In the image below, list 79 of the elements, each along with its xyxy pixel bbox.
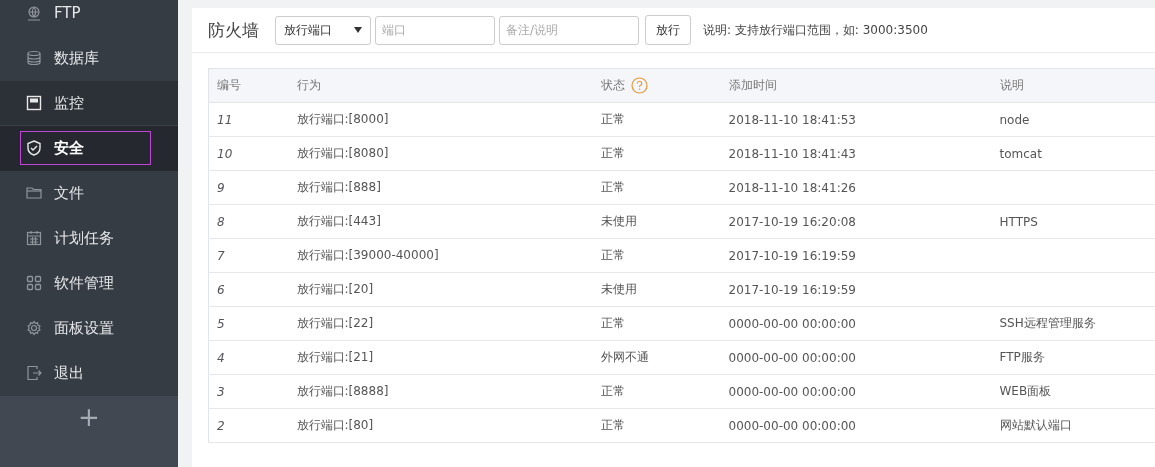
sidebar-item[interactable]: 监控: [0, 81, 178, 126]
dropdown-arrow-icon: [354, 27, 362, 33]
table-cell: 放行端口:[20]: [288, 272, 593, 307]
help-icon: [630, 77, 648, 94]
grid-icon: [26, 275, 42, 291]
table-cell: 正常: [592, 136, 721, 171]
column-header: 添加时间: [720, 68, 992, 103]
table-cell: WEB面板: [991, 374, 1155, 409]
folder-icon: [26, 185, 42, 201]
sidebar-item[interactable]: 文件: [0, 171, 178, 216]
table-cell: 2018-11-10 18:41:26: [720, 170, 992, 205]
gear-icon: [26, 320, 42, 336]
table-cell: 正常: [592, 238, 721, 273]
port-type-select[interactable]: 放行端口: [275, 15, 371, 45]
port-field[interactable]: 端口: [375, 15, 495, 45]
table-cell: 放行端口:[443]: [288, 204, 593, 239]
allow-button[interactable]: 放行: [645, 15, 691, 45]
table-cell: 2017-10-19 16:19:59: [720, 272, 992, 307]
table-cell: 2017-10-19 16:20:08: [720, 204, 992, 239]
table-cell: 放行端口:[80]: [288, 408, 593, 443]
table-cell: 2018-11-10 18:41:53: [720, 102, 992, 137]
table-cell: 11: [208, 102, 289, 137]
sidebar-item[interactable]: 面板设置: [0, 306, 178, 351]
column-header: 行为: [288, 68, 593, 103]
table-cell: 正常: [592, 374, 721, 409]
sidebar-item[interactable]: 安全: [0, 126, 178, 171]
table-cell: 未使用: [592, 272, 721, 307]
column-header: 编号: [208, 68, 289, 103]
table-cell: 2: [208, 408, 289, 443]
hint-text: 说明: 支持放行端口范围，如: 3000:3500: [703, 21, 928, 39]
table-cell: 放行端口:[22]: [288, 306, 593, 341]
table-cell: 网站默认端口: [991, 408, 1155, 443]
table-cell: FTP服务: [991, 340, 1155, 375]
shield-check-icon: [26, 140, 42, 156]
exit-icon: [26, 365, 42, 381]
add-button[interactable]: +: [72, 402, 106, 432]
table-cell: 正常: [592, 306, 721, 341]
table-cell: 9: [208, 170, 289, 205]
note-field[interactable]: 备注/说明: [499, 15, 639, 45]
sidebar-item[interactable]: 退出: [0, 351, 178, 396]
table-cell: 7: [208, 238, 289, 273]
table-cell: 正常: [592, 170, 721, 205]
table-cell: 放行端口:[8080]: [288, 136, 593, 171]
column-header: 说明: [991, 68, 1155, 103]
table-cell: 放行端口:[8000]: [288, 102, 593, 137]
table-cell: 0000-00-00 00:00:00: [720, 306, 992, 341]
table-cell: 放行端口:[8888]: [288, 374, 593, 409]
sidebar-item[interactable]: 软件管理: [0, 261, 178, 306]
sidebar-item[interactable]: 数据库: [0, 36, 178, 81]
calendar-icon: [26, 230, 42, 246]
table-cell: 3: [208, 374, 289, 409]
page-title: 防火墙: [208, 18, 259, 42]
table-cell: 8: [208, 204, 289, 239]
table-cell: 0000-00-00 00:00:00: [720, 408, 992, 443]
table-cell: 外网不通: [592, 340, 721, 375]
database-icon: [26, 50, 42, 66]
sidebar-item[interactable]: FTP: [0, 0, 178, 36]
table-cell: 放行端口:[21]: [288, 340, 593, 375]
table-cell: 正常: [592, 408, 721, 443]
table-cell: node: [991, 102, 1155, 137]
table-cell: 放行端口:[888]: [288, 170, 593, 205]
table-cell: HTTPS: [991, 204, 1155, 239]
sidebar-item[interactable]: 计划任务: [0, 216, 178, 261]
table-cell: 2017-10-19 16:19:59: [720, 238, 992, 273]
table-cell: 5: [208, 306, 289, 341]
table-cell: 正常: [592, 102, 721, 137]
table-cell: 4: [208, 340, 289, 375]
table-cell: 未使用: [592, 204, 721, 239]
globe-icon: [26, 5, 42, 21]
table-cell: 10: [208, 136, 289, 171]
table-cell: 0000-00-00 00:00:00: [720, 374, 992, 409]
table-cell: 放行端口:[39000-40000]: [288, 238, 593, 273]
column-label: 状态: [600, 77, 625, 94]
table-cell: 0000-00-00 00:00:00: [720, 340, 992, 375]
monitor-icon: [26, 95, 42, 111]
table-cell: 2018-11-10 18:41:43: [720, 136, 992, 171]
table-cell: tomcat: [991, 136, 1155, 171]
table-cell: 6: [208, 272, 289, 307]
table-cell: SSH远程管理服务: [991, 306, 1155, 341]
